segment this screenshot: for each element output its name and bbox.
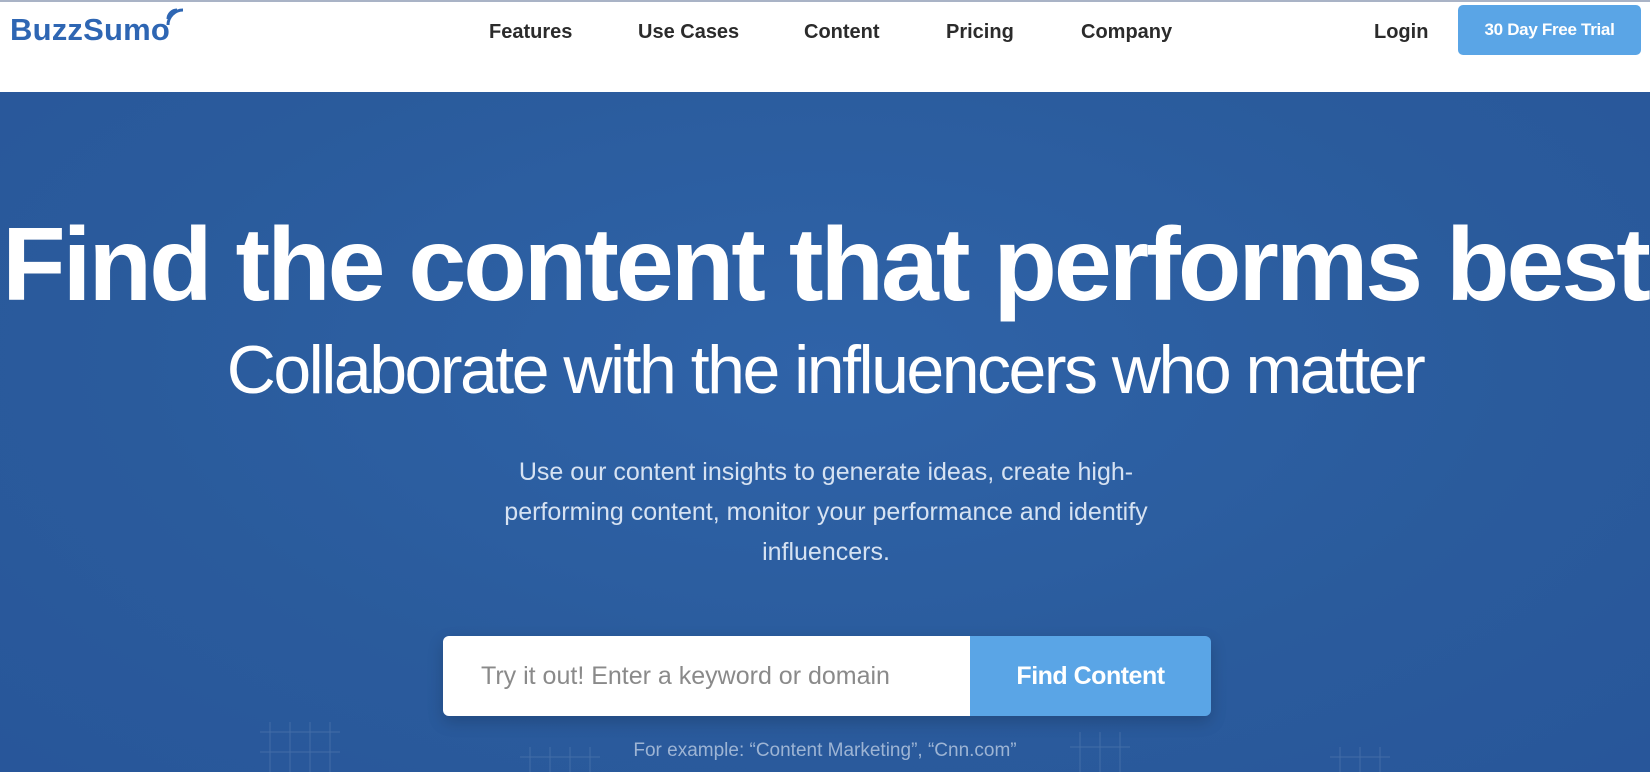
- nav-company[interactable]: Company: [1081, 20, 1172, 44]
- hero-subtitle: Collaborate with the influencers who mat…: [226, 332, 1426, 408]
- login-link[interactable]: Login: [1374, 20, 1428, 44]
- search-input[interactable]: [443, 636, 970, 716]
- hero-section: Find the content that performs best Coll…: [0, 92, 1650, 772]
- free-trial-button[interactable]: 30 Day Free Trial: [1458, 5, 1641, 55]
- hero-title: Find the content that performs best: [2, 207, 1650, 323]
- search-example-hint: For example: “Content Marketing”, “Cnn.c…: [633, 740, 1017, 761]
- nav-use-cases[interactable]: Use Cases: [638, 20, 739, 44]
- nav-features[interactable]: Features: [489, 20, 572, 44]
- site-header: BuzzSumo Features Use Cases Content Pric…: [0, 2, 1650, 92]
- nav-content[interactable]: Content: [804, 20, 880, 44]
- find-content-button[interactable]: Find Content: [970, 636, 1211, 716]
- wifi-signal-icon: [166, 8, 184, 26]
- logo-text: BuzzSumo: [10, 12, 171, 47]
- search-form: Find Content: [443, 636, 1211, 716]
- hero-description: Use our content insights to generate ide…: [504, 458, 1148, 566]
- buzzsumo-logo[interactable]: BuzzSumo: [10, 8, 188, 50]
- nav-pricing[interactable]: Pricing: [946, 20, 1014, 44]
